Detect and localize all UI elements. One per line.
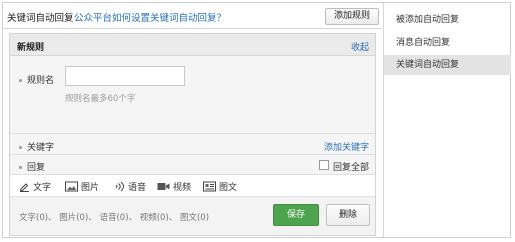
tool-voice-label: 语音 xyxy=(128,182,147,193)
add-keyword-link[interactable]: 添加关键字 xyxy=(324,140,369,153)
tool-image[interactable]: 图片 xyxy=(65,179,99,193)
rule-name-label-wrap: 规则名 xyxy=(19,73,54,86)
rule-name-hint: 规则名最多60个字 xyxy=(65,94,136,104)
add-rule-button[interactable]: 添加规则 xyxy=(325,8,379,25)
tool-text[interactable]: 文字 xyxy=(19,179,51,193)
bullet-icon xyxy=(19,166,22,169)
image-icon xyxy=(65,181,78,191)
reply-all-checkbox[interactable] xyxy=(319,160,329,170)
help-link[interactable]: 公众平台如何设置关键词自动回复？ xyxy=(74,10,226,24)
reply-label: 回复 xyxy=(27,163,46,173)
sidebar-item-added-reply[interactable]: 被添加自动回复 xyxy=(384,10,511,30)
bullet-icon xyxy=(19,79,22,82)
main-panel: 关键词自动回复 公众平台如何设置关键词自动回复？ 添加规则 新规则 收起 规则名… xyxy=(3,3,382,237)
tool-voice[interactable]: 语音 xyxy=(114,179,146,193)
save-button[interactable]: 保存 xyxy=(273,204,319,226)
reply-type-toolbar: 文字 图片 语音 视频 图文 xyxy=(10,175,375,197)
sidebar: 被添加自动回复 消息自动回复 关键词自动回复 xyxy=(383,3,511,237)
window-frame: 关键词自动回复 公众平台如何设置关键词自动回复？ 添加规则 新规则 收起 规则名… xyxy=(2,2,511,238)
reply-all-label[interactable]: 回复全部 xyxy=(333,160,369,173)
voice-icon xyxy=(115,181,124,191)
article-icon xyxy=(203,181,216,191)
tool-article[interactable]: 图文 xyxy=(203,179,237,193)
tool-article-label: 图文 xyxy=(219,182,238,193)
keyword-label-wrap: 关键字 xyxy=(19,140,54,153)
delete-button[interactable]: 删除 xyxy=(326,204,370,226)
tool-image-label: 图片 xyxy=(81,182,100,193)
rule-title: 新规则 xyxy=(17,43,45,53)
pencil-icon xyxy=(19,182,29,192)
tool-text-label: 文字 xyxy=(33,182,52,193)
rule-name-label: 规则名 xyxy=(27,76,55,86)
rule-name-input[interactable] xyxy=(65,66,185,86)
video-icon xyxy=(157,182,170,190)
reply-row: 回复 回复全部 xyxy=(10,155,375,175)
collapse-link[interactable]: 收起 xyxy=(351,40,369,53)
keyword-label: 关键字 xyxy=(27,143,55,153)
sidebar-item-keyword-reply[interactable]: 关键词自动回复 xyxy=(384,55,511,75)
tool-video-label: 视频 xyxy=(173,182,192,193)
page-title: 关键词自动回复 xyxy=(7,13,74,24)
reply-label-wrap: 回复 xyxy=(19,160,45,173)
reply-counts: 文字(0)、 图片(0)、 语音(0)、 视频(0)、 图文(0) xyxy=(19,213,210,223)
rule-card: 新规则 收起 规则名 规则名最多60个字 关键字 添加关键字 回复 回复全部 文… xyxy=(9,33,376,236)
sidebar-item-message-reply[interactable]: 消息自动回复 xyxy=(384,33,511,53)
header-bar: 关键词自动回复 公众平台如何设置关键词自动回复？ 添加规则 xyxy=(3,3,382,29)
tool-video[interactable]: 视频 xyxy=(157,179,191,193)
rule-footer: 文字(0)、 图片(0)、 语音(0)、 视频(0)、 图文(0) 保存 删除 xyxy=(10,197,375,235)
bullet-icon xyxy=(19,146,22,149)
rule-name-section: 规则名 规则名最多60个字 xyxy=(10,56,375,134)
keyword-row: 关键字 添加关键字 xyxy=(10,134,375,155)
rule-header: 新规则 收起 xyxy=(10,34,375,56)
